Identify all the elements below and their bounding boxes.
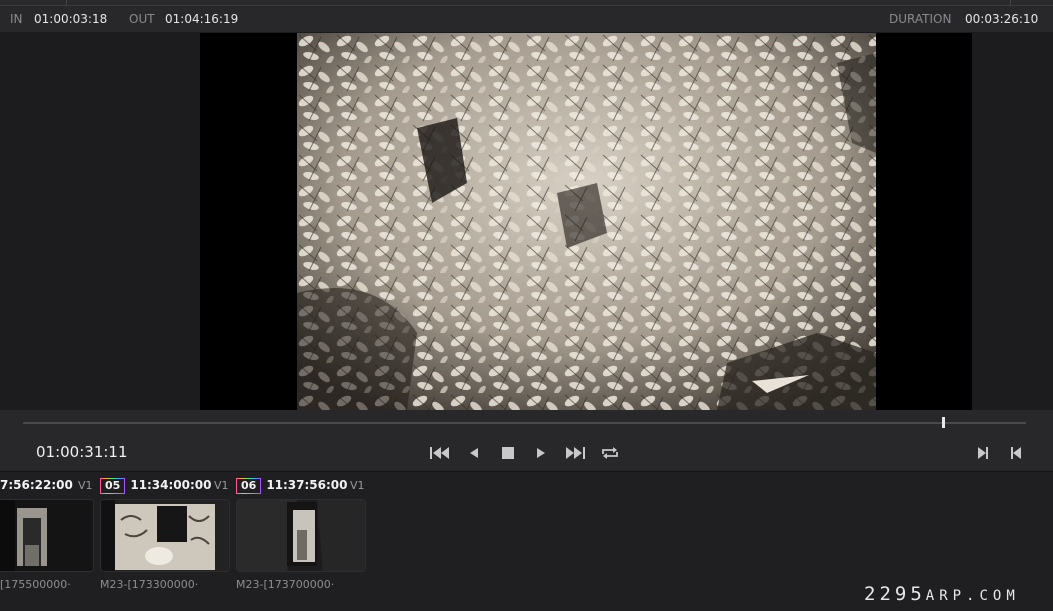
in-label: IN xyxy=(10,12,23,26)
loop-button[interactable] xyxy=(599,444,621,462)
clip-timecode: 11:34:00:00 xyxy=(130,478,212,492)
clip-track: V1 xyxy=(214,479,229,492)
clip-item[interactable]: 05 11:34:00:00 V1 M23-[173300000· xyxy=(100,472,232,611)
stop-icon xyxy=(502,447,514,459)
out-label: OUT xyxy=(129,12,155,26)
clip-number-badge: 06 xyxy=(236,478,262,494)
clip-thumbnail[interactable] xyxy=(0,499,94,572)
jump-to-end-button[interactable] xyxy=(564,444,586,462)
step-back-icon xyxy=(470,448,478,458)
stop-button[interactable] xyxy=(497,444,519,462)
duration-timecode: 00:03:26:10 xyxy=(965,12,1039,26)
next-edit-icon xyxy=(978,447,988,459)
clip-name: [175500000· xyxy=(0,578,71,591)
clip-number-badge: 05 xyxy=(100,478,126,494)
scrub-playhead[interactable] xyxy=(941,417,945,428)
clip-item[interactable]: 06 11:37:56:00 V1 M23-[173700000· xyxy=(236,472,368,611)
clip-header: 06 11:37:56:00 xyxy=(236,478,348,496)
next-edit-button[interactable] xyxy=(972,444,994,462)
clip-timecode: 11:37:56:00 xyxy=(266,478,348,492)
clip-name: M23-[173300000· xyxy=(100,578,199,591)
clip-thumbnail[interactable] xyxy=(236,499,366,572)
play-button[interactable] xyxy=(530,444,552,462)
jump-to-end-icon xyxy=(566,447,585,459)
timecode-header: IN 01:00:03:18 OUT 01:04:16:19 DURATION … xyxy=(0,6,1053,33)
clip-track: V1 xyxy=(78,479,93,492)
step-back-button[interactable] xyxy=(463,444,485,462)
clip-name: M23-[173700000· xyxy=(236,578,335,591)
scrub-bar[interactable] xyxy=(23,422,1026,424)
previous-edit-icon xyxy=(1011,447,1021,459)
watermark: 2295ARP.COM xyxy=(864,583,1020,605)
transport-bar: 01:00:31:11 xyxy=(0,410,1053,471)
previous-edit-button[interactable] xyxy=(1005,444,1027,462)
viewer-image xyxy=(297,33,876,410)
clip-track: V1 xyxy=(350,479,365,492)
clip-header: 7:56:22:00 xyxy=(0,478,73,496)
loop-icon xyxy=(602,447,618,459)
play-icon xyxy=(537,448,545,458)
watermark-main: 2295 xyxy=(864,583,926,605)
clip-item[interactable]: 7:56:22:00 V1 [175500000· xyxy=(0,472,96,611)
clip-thumbnail[interactable] xyxy=(100,499,230,572)
current-timecode[interactable]: 01:00:31:11 xyxy=(36,443,128,461)
clip-timecode: 7:56:22:00 xyxy=(0,478,73,492)
watermark-suffix: ARP.COM xyxy=(925,588,1020,604)
jump-to-start-button[interactable] xyxy=(429,444,451,462)
viewer[interactable] xyxy=(0,33,1053,410)
in-timecode[interactable]: 01:00:03:18 xyxy=(34,12,107,26)
out-timecode[interactable]: 01:04:16:19 xyxy=(165,12,238,26)
jump-to-start-icon xyxy=(430,447,449,459)
clip-header: 05 11:34:00:00 xyxy=(100,478,212,496)
duration-label: DURATION xyxy=(889,12,952,26)
